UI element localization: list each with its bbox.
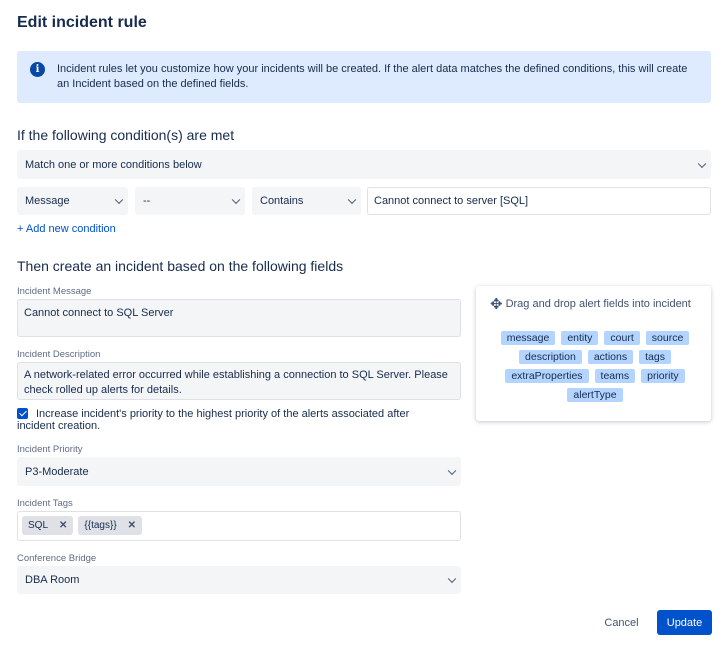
condition-not-value: -- <box>143 195 151 207</box>
incident-tags-input[interactable]: SQL ✕ {{tags}} ✕ <box>17 511 461 541</box>
conference-bridge-select[interactable]: DBA Room <box>17 566 461 594</box>
cancel-button[interactable]: Cancel <box>594 611 649 635</box>
condition-field-select[interactable]: Message <box>17 187 128 215</box>
tag-chip: {{tags}} ✕ <box>78 516 143 535</box>
drag-panel-title: Drag and drop alert fields into incident <box>505 298 691 310</box>
alert-field-chip[interactable]: actions <box>587 350 634 364</box>
incident-priority-label: Incident Priority <box>17 444 83 455</box>
chevron-down-icon <box>231 195 241 205</box>
condition-not-select[interactable]: -- <box>135 187 245 215</box>
remove-tag-icon[interactable]: ✕ <box>128 520 136 531</box>
tag-label: SQL <box>28 520 49 531</box>
remove-tag-icon[interactable]: ✕ <box>59 520 67 531</box>
page-title: Edit incident rule <box>17 14 147 31</box>
conference-bridge-value: DBA Room <box>25 574 80 586</box>
incident-tags-label: Incident Tags <box>17 498 73 509</box>
condition-field-value: Message <box>25 195 70 207</box>
chevron-down-icon <box>447 574 457 584</box>
chevron-down-icon <box>347 195 357 205</box>
alert-field-chip[interactable]: teams <box>594 369 636 383</box>
incident-description-field[interactable]: A network-related error occurred while e… <box>17 362 461 400</box>
condition-value-input[interactable]: Cannot connect to server [SQL] <box>367 187 711 215</box>
incident-message-label: Incident Message <box>17 286 92 297</box>
chevron-down-icon <box>447 466 457 475</box>
priority-checkbox-label: Increase incident's priority to the high… <box>17 408 410 432</box>
alert-field-chip[interactable]: alertType <box>567 388 623 402</box>
drag-panel-header: ✥ Drag and drop alert fields into incide… <box>490 295 691 313</box>
match-select[interactable]: Match one or more conditions below <box>17 150 711 179</box>
incident-priority-value: P3-Moderate <box>25 465 89 478</box>
alert-field-chip[interactable]: entity <box>561 331 599 345</box>
incident-priority-select[interactable]: P3-Moderate <box>17 457 461 486</box>
chevron-down-icon <box>114 195 124 205</box>
incident-message-field[interactable]: Cannot connect to SQL Server <box>17 299 461 337</box>
condition-value-text: Cannot connect to server [SQL] <box>374 195 529 207</box>
condition-operator-select[interactable]: Contains <box>252 187 361 215</box>
alert-fields-panel: ✥ Drag and drop alert fields into incide… <box>476 286 711 421</box>
alert-field-chip[interactable]: priority <box>641 369 685 383</box>
chevron-down-icon <box>697 159 707 168</box>
alert-field-chip[interactable]: tags <box>639 350 671 364</box>
tag-label: {{tags}} <box>84 520 117 531</box>
alert-field-list: message entity court source description … <box>484 331 706 402</box>
match-select-value: Match one or more conditions below <box>25 158 202 171</box>
alert-field-chip[interactable]: source <box>645 331 690 345</box>
add-condition-link[interactable]: + Add new condition <box>17 223 116 235</box>
drag-hand-icon: ✥ <box>490 296 503 313</box>
alert-field-chip[interactable]: message <box>500 331 556 345</box>
incident-description-label: Incident Description <box>17 349 101 360</box>
incident-heading: Then create an incident based on the fol… <box>17 258 344 274</box>
incident-message-value: Cannot connect to SQL Server <box>24 307 174 319</box>
tag-chip: SQL ✕ <box>22 516 74 535</box>
conditions-heading: If the following condition(s) are met <box>17 127 235 143</box>
priority-checkbox[interactable] <box>17 408 28 419</box>
incident-description-value: A network-related error occurred while e… <box>24 369 448 396</box>
alert-field-chip[interactable]: description <box>519 350 582 364</box>
alert-field-chip[interactable]: court <box>604 331 640 345</box>
info-banner: i Incident rules let you customize how y… <box>17 51 711 103</box>
update-button[interactable]: Update <box>657 610 712 635</box>
alert-field-chip[interactable]: extraProperties <box>505 369 589 383</box>
conference-bridge-label: Conference Bridge <box>17 553 97 564</box>
info-icon: i <box>30 62 45 77</box>
info-text: Incident rules let you customize how you… <box>57 63 688 90</box>
condition-operator-value: Contains <box>260 195 304 207</box>
